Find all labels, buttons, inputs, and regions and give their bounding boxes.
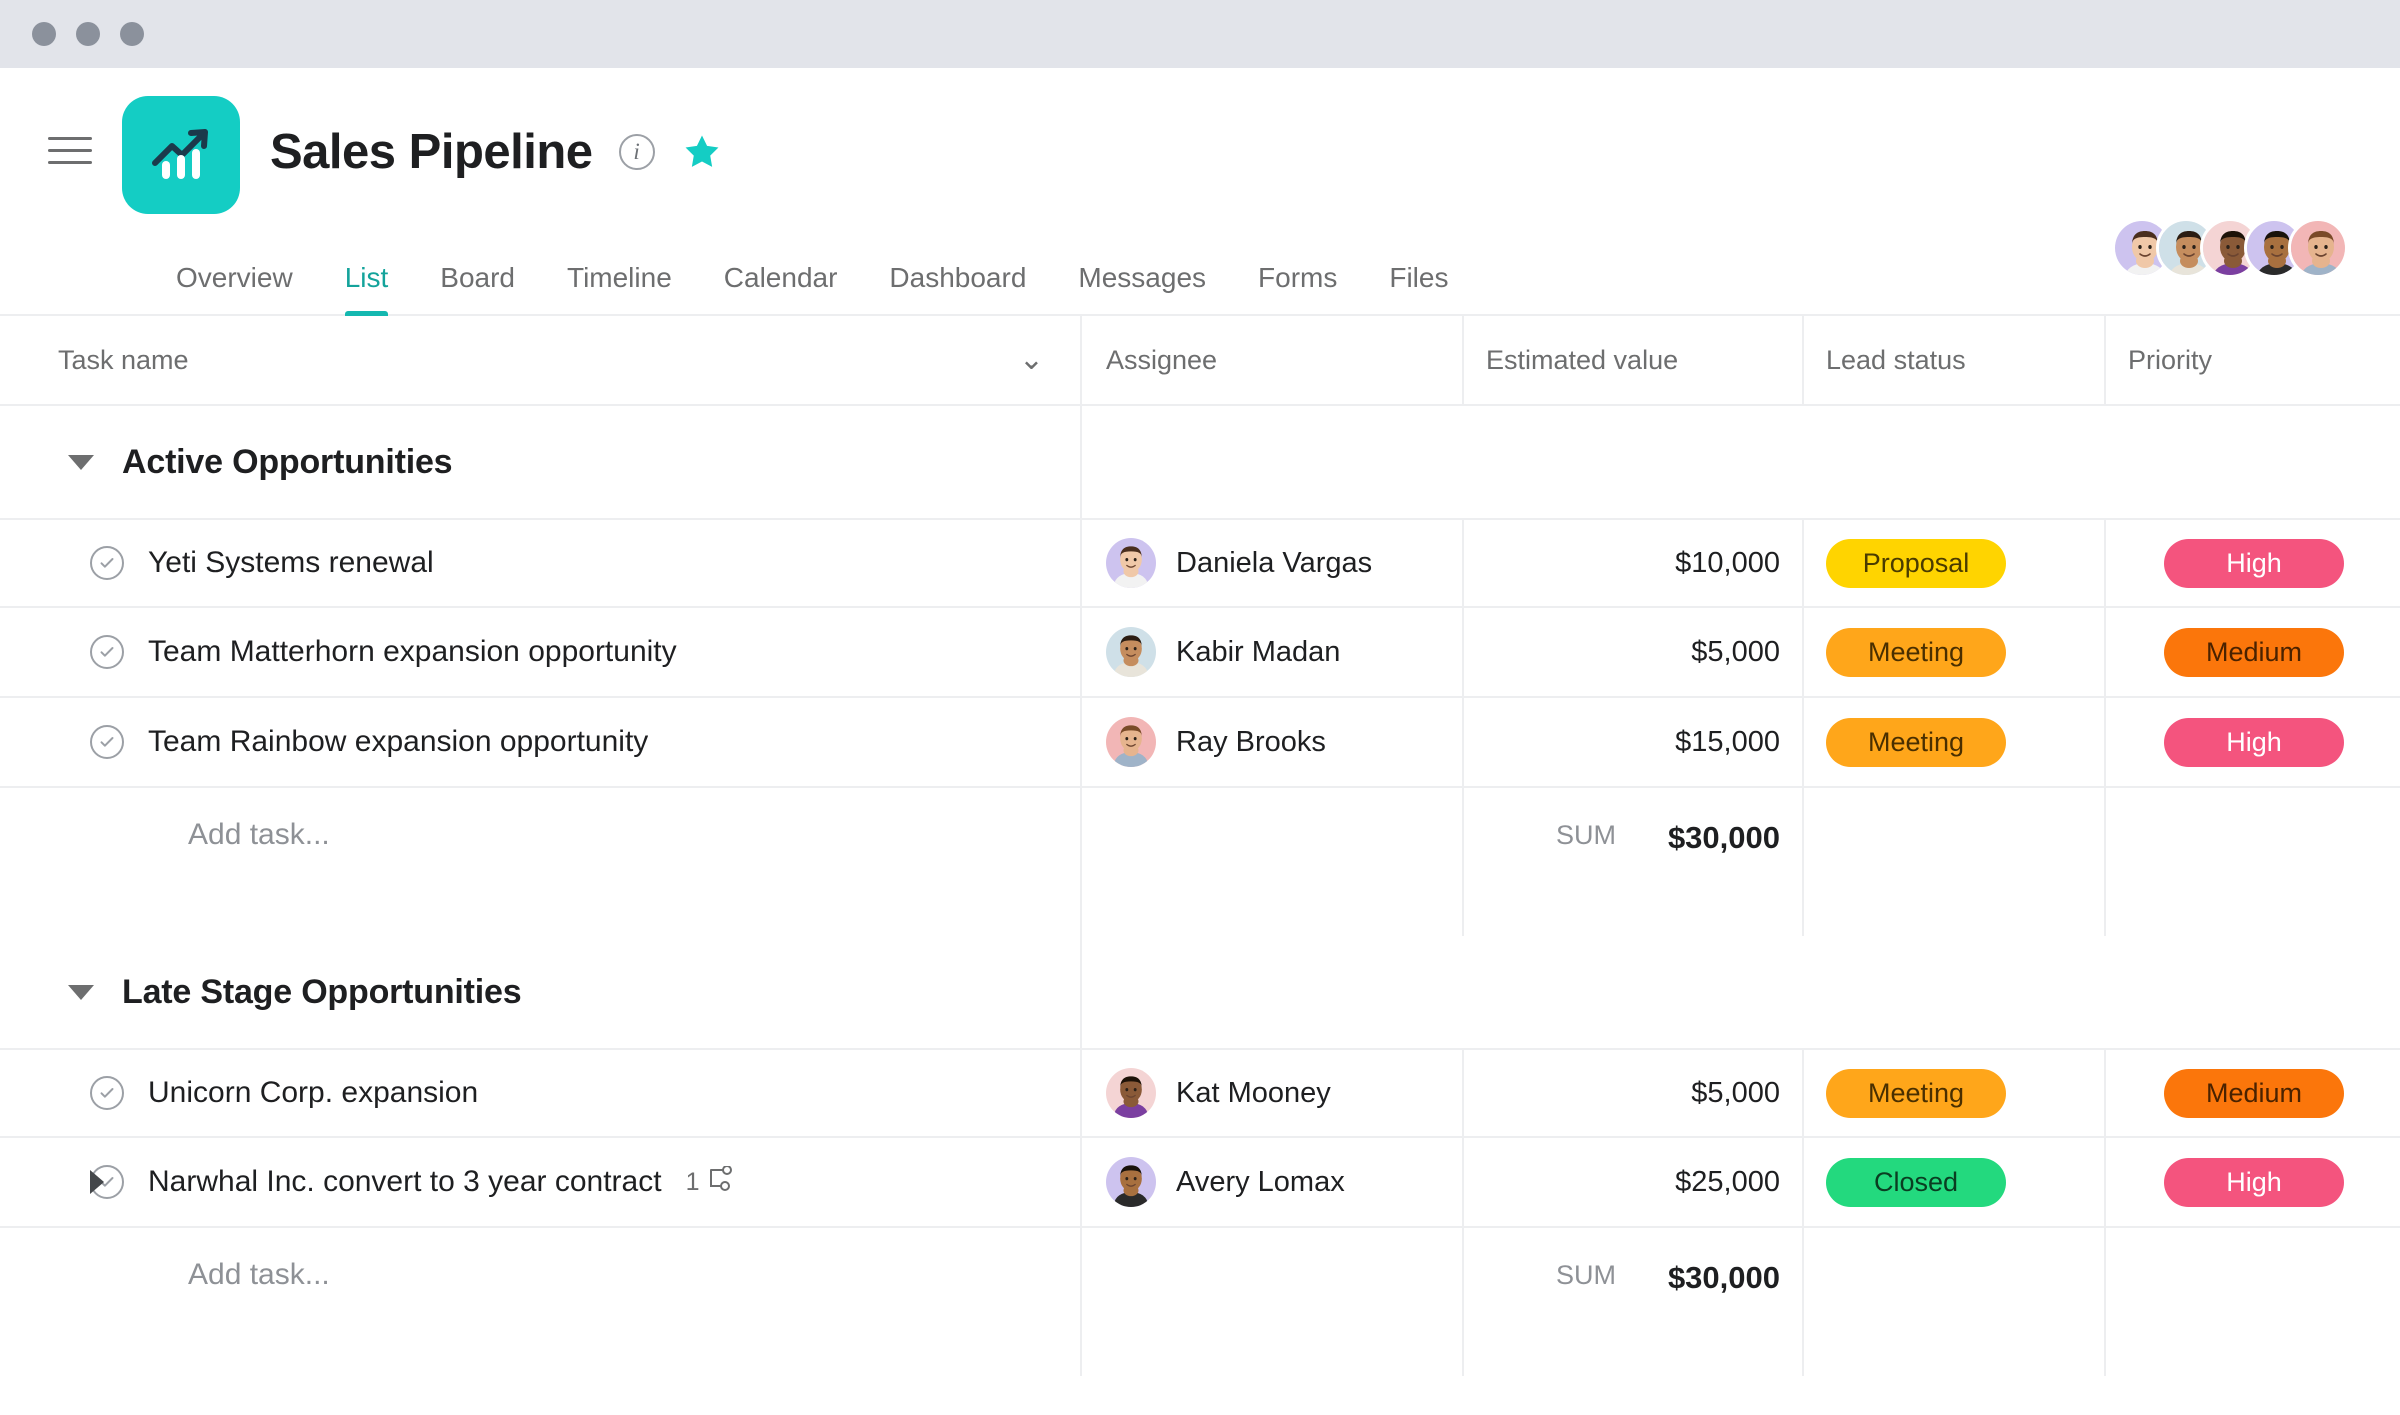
priority-badge[interactable]: High (2164, 1157, 2344, 1207)
column-header-priority: Priority (2128, 344, 2213, 375)
add-task-and-sum-row: Add task... SUM $30,000 (0, 788, 2400, 936)
tab-overview[interactable]: Overview (150, 262, 319, 314)
tab-list[interactable]: List (319, 262, 415, 316)
column-header-assignee: Assignee (1106, 344, 1218, 375)
tab-forms[interactable]: Forms (1232, 262, 1363, 314)
avatar[interactable] (2288, 218, 2348, 278)
table-row[interactable]: Team Rainbow expansion opportunity Ray Br… (0, 698, 2400, 788)
subtask-branch-icon (706, 1164, 734, 1199)
avatar[interactable] (1106, 538, 1156, 588)
assignee-name: Avery Lomax (1176, 1165, 1345, 1198)
column-header-task-name: Task name (58, 344, 189, 375)
project-tab-bar: Overview List Board Timeline Calendar Dashboa… (0, 232, 2400, 316)
table-header-row: Task name ⌄ Assignee Estimated value Lea… (0, 316, 2400, 406)
complete-task-checkbox[interactable] (90, 725, 124, 759)
assignee-name: Kat Mooney (1176, 1076, 1331, 1109)
complete-task-checkbox[interactable] (90, 546, 124, 580)
tab-calendar[interactable]: Calendar (698, 262, 864, 314)
add-task-button[interactable]: Add task... (188, 1258, 330, 1292)
table-row[interactable]: Yeti Systems renewal Daniela Vargas $10,00… (0, 518, 2400, 608)
window-maximize-button[interactable] (120, 22, 144, 46)
app-container: Sales Pipeline i Overview List Board Timeli… (0, 68, 2400, 1415)
assignee-name: Daniela Vargas (1176, 546, 1373, 579)
assignee-name: Kabir Madan (1176, 635, 1341, 668)
window-titlebar (0, 0, 2400, 68)
project-logo-icon (122, 96, 240, 214)
tab-files[interactable]: Files (1363, 262, 1474, 314)
complete-task-checkbox[interactable] (90, 1076, 124, 1110)
sum-label: SUM (1555, 1260, 1616, 1290)
priority-badge[interactable]: Medium (2164, 1068, 2344, 1118)
table-body: Active Opportunities Yeti Systems renewal… (0, 406, 2400, 1376)
star-icon[interactable] (681, 131, 723, 173)
tab-messages[interactable]: Messages (1052, 262, 1232, 314)
tab-dashboard[interactable]: Dashboard (863, 262, 1052, 314)
avatar[interactable] (1106, 627, 1156, 677)
hamburger-menu-icon[interactable] (48, 128, 92, 172)
avatar[interactable] (1106, 1157, 1156, 1207)
section-header-row: Active Opportunities (0, 406, 2400, 518)
status-badge[interactable]: Meeting (1826, 627, 2006, 677)
avatar[interactable] (1106, 717, 1156, 767)
sum-value: $30,000 (1667, 1260, 1780, 1295)
info-icon[interactable]: i (618, 134, 655, 170)
project-title-area: Sales Pipeline i (270, 124, 723, 180)
table-row[interactable]: Team Matterhorn expansion opportunity Kab… (0, 608, 2400, 698)
estimated-value: $5,000 (1691, 1076, 1780, 1109)
table-row[interactable]: Narwhal Inc. convert to 3 year contract 1… (0, 1138, 2400, 1228)
expand-subtasks-caret-icon[interactable] (90, 1170, 104, 1194)
window-minimize-button[interactable] (76, 22, 100, 46)
section-header-row: Late Stage Opportunities (0, 936, 2400, 1048)
tab-timeline[interactable]: Timeline (541, 262, 698, 314)
section-collapse-caret-icon[interactable] (68, 454, 94, 470)
task-name: Team Rainbow expansion opportunity (148, 725, 649, 758)
priority-badge[interactable]: High (2164, 538, 2344, 588)
status-badge[interactable]: Meeting (1826, 717, 2006, 767)
sum-value: $30,000 (1667, 820, 1780, 855)
status-badge[interactable]: Closed (1826, 1157, 2006, 1207)
sum-label: SUM (1555, 820, 1616, 850)
add-task-button[interactable]: Add task... (188, 818, 330, 852)
subtask-count: 1 (685, 1167, 700, 1196)
estimated-value: $15,000 (1675, 725, 1780, 758)
task-name: Team Matterhorn expansion opportunity (148, 635, 677, 668)
task-name: Narwhal Inc. convert to 3 year contract (148, 1165, 662, 1198)
project-header: Sales Pipeline i (0, 68, 2400, 278)
column-header-estimated-value: Estimated value (1486, 344, 1679, 375)
status-badge[interactable]: Proposal (1826, 538, 2006, 588)
tab-board[interactable]: Board (414, 262, 541, 314)
assignee-name: Ray Brooks (1176, 725, 1326, 758)
task-list-table: Task name ⌄ Assignee Estimated value Lea… (0, 316, 2400, 1415)
estimated-value: $10,000 (1675, 546, 1780, 579)
project-members-avatars[interactable] (2112, 218, 2348, 278)
complete-task-checkbox[interactable] (90, 635, 124, 669)
section-title: Active Opportunities (122, 442, 453, 481)
add-task-and-sum-row: Add task... SUM $30,000 (0, 1228, 2400, 1376)
chevron-down-icon[interactable]: ⌄ (1019, 345, 1044, 375)
avatar[interactable] (1106, 1068, 1156, 1118)
section-title: Late Stage Opportunities (122, 972, 522, 1011)
column-header-lead-status: Lead status (1826, 344, 1966, 375)
task-name: Unicorn Corp. expansion (148, 1076, 479, 1109)
table-row[interactable]: Unicorn Corp. expansion Kat Mooney $5,000 M… (0, 1048, 2400, 1138)
priority-badge[interactable]: Medium (2164, 627, 2344, 677)
page-title: Sales Pipeline (270, 125, 593, 179)
estimated-value: $25,000 (1675, 1165, 1780, 1198)
status-badge[interactable]: Meeting (1826, 1068, 2006, 1118)
estimated-value: $5,000 (1691, 635, 1780, 668)
task-name: Yeti Systems renewal (148, 546, 434, 579)
section-collapse-caret-icon[interactable] (68, 984, 94, 1000)
subtask-count-badge: 1 (685, 1164, 735, 1199)
priority-badge[interactable]: High (2164, 717, 2344, 767)
window-close-button[interactable] (32, 22, 56, 46)
